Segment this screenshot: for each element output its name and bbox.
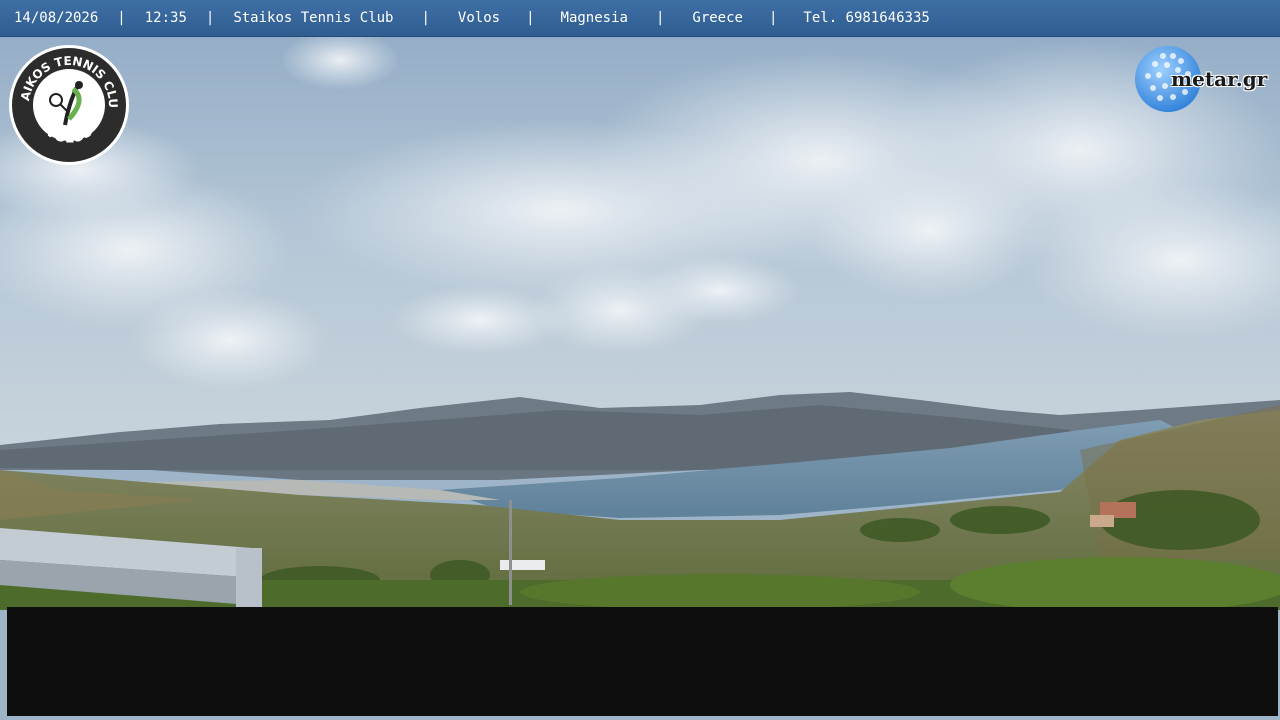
club-logo: STAIKOS TENNIS CLUB VOLOS ★ ★: [7, 43, 129, 165]
info-bar: 14/08/2026 | 12:35 | Staikos Tennis Club…: [0, 0, 1280, 36]
overlay-panel: [7, 607, 1278, 716]
phone-text: Tel. 6981646335: [803, 10, 930, 26]
separator: |: [205, 10, 215, 26]
club-name: Staikos Tennis Club: [233, 10, 394, 26]
separator: |: [421, 10, 430, 26]
separator: |: [526, 10, 535, 26]
time-text: 12:35: [144, 10, 187, 26]
region-text: Magnesia: [560, 10, 628, 26]
city-text: Volos: [457, 10, 501, 26]
metar-logo-text: metar.gr: [1171, 67, 1268, 91]
country-text: Greece: [692, 10, 743, 26]
separator: |: [768, 10, 778, 26]
separator: |: [117, 10, 126, 26]
separator: |: [655, 10, 665, 26]
date-text: 14/08/2026: [14, 10, 99, 26]
